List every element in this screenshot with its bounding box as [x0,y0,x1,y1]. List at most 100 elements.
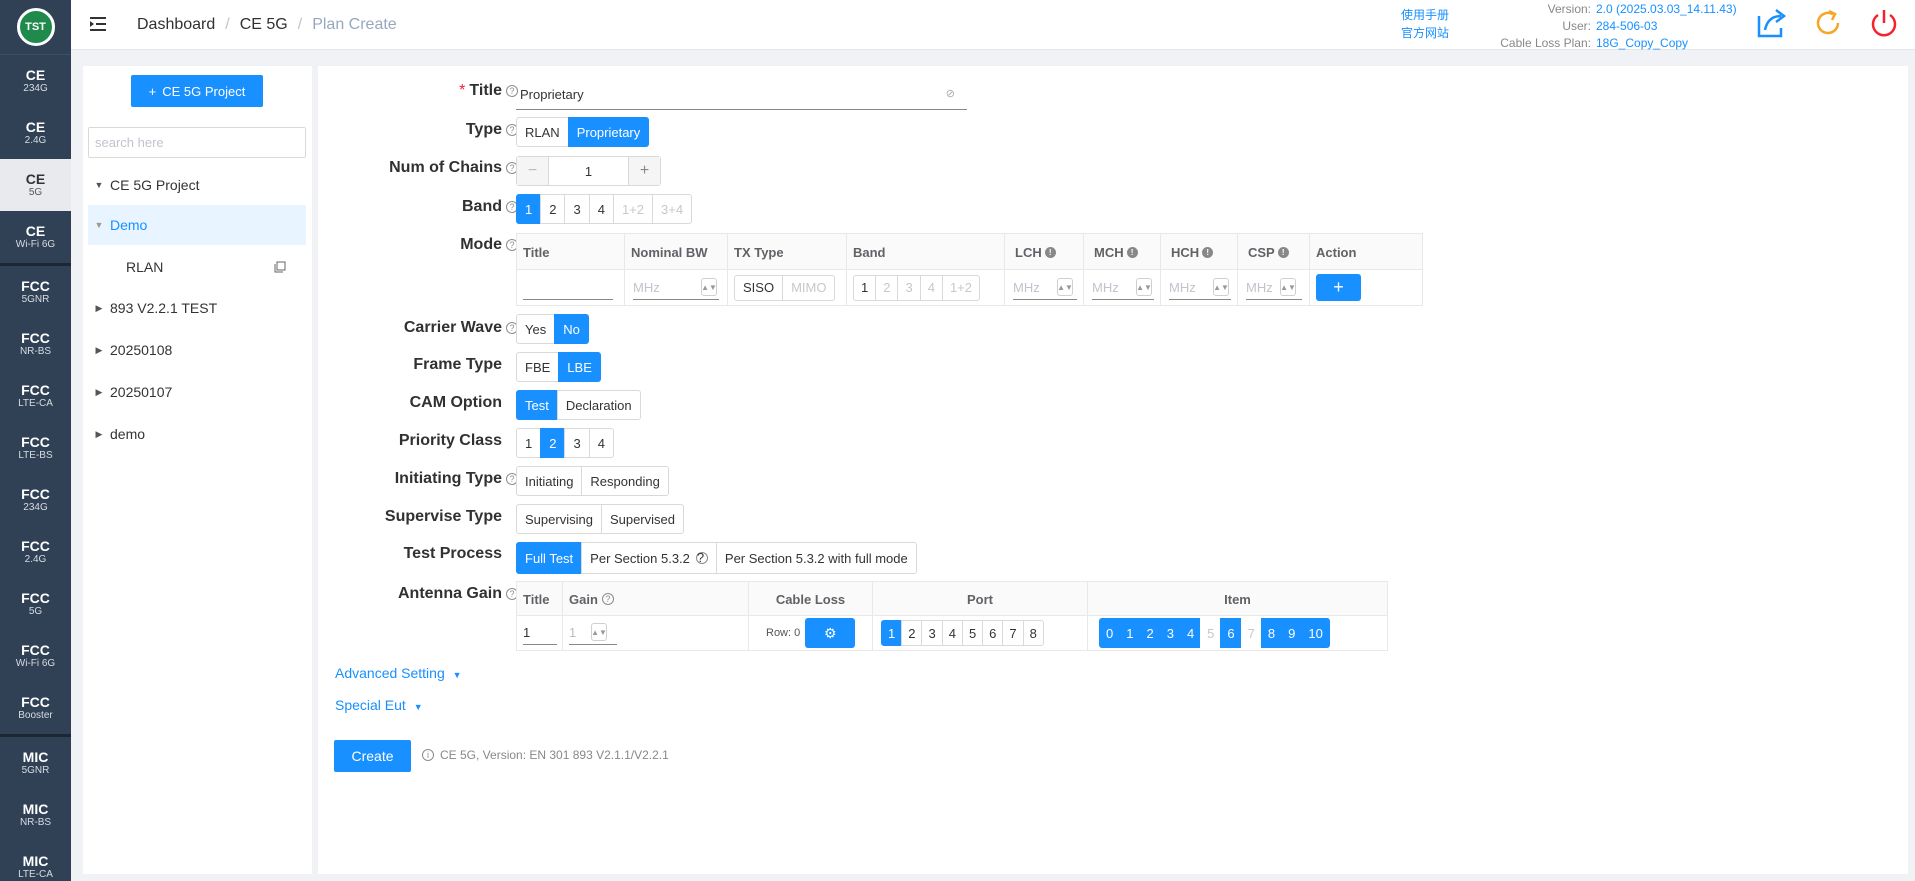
port-option[interactable]: 5 [961,620,984,646]
nav-item[interactable]: CE 234G [0,55,71,107]
breadcrumb-ce5g[interactable]: CE 5G [240,16,288,34]
mode-band-option[interactable]: 2 [875,274,899,301]
spinner-icon[interactable]: ▲▼ [591,623,607,641]
add-project-button[interactable]: + CE 5G Project [131,75,263,107]
port-option[interactable]: 7 [1002,620,1024,646]
band-option[interactable]: 1+2 [612,194,653,224]
nav-item[interactable]: MIC LTE-CA [0,841,71,881]
carrier-option[interactable]: Yes [516,314,556,344]
tx-option[interactable]: MIMO [782,274,836,301]
item-option[interactable]: 6 [1220,618,1242,648]
tree-item-demo[interactable]: ▼ Demo [88,205,306,245]
cam-option[interactable]: Declaration [556,390,641,420]
nav-item[interactable]: FCC 2.4G [0,526,71,578]
increment-button[interactable]: + [628,157,660,185]
search-input[interactable] [88,127,306,158]
priority-option[interactable]: 4 [588,428,614,458]
power-icon[interactable] [1867,6,1901,40]
nav-item[interactable]: CE 2.4G [0,107,71,159]
item-option[interactable]: 8 [1260,618,1283,648]
frame-option[interactable]: LBE [558,352,601,382]
process-option[interactable]: Per Section 5.3.2? [581,542,717,574]
spinner-icon[interactable]: ▲▼ [1213,278,1229,296]
decrement-button[interactable]: − [517,157,549,185]
nav-item[interactable]: MIC NR-BS [0,789,71,841]
advanced-setting-toggle[interactable]: Advanced Setting ▼ [335,665,462,681]
nav-item[interactable]: FCC 5G [0,578,71,630]
port-option[interactable]: 8 [1022,620,1044,646]
mode-band-option[interactable]: 1 [853,274,877,301]
gear-icon[interactable]: ⚙ [805,618,856,648]
band-option[interactable]: 2 [540,194,566,224]
refresh-icon[interactable] [1811,6,1845,40]
add-mode-button[interactable]: + [1316,274,1361,301]
tree-item-demo-lower[interactable]: ▶ demo [88,414,306,454]
item-option[interactable]: 5 [1200,618,1222,648]
tree-item-893[interactable]: ▶ 893 V2.2.1 TEST [88,288,306,328]
website-link[interactable]: 官方网站 [1401,24,1449,42]
tree-item-project[interactable]: ▼ CE 5G Project [88,165,306,205]
spinner-icon[interactable]: ▲▼ [1280,278,1296,296]
copy-icon[interactable] [274,261,286,273]
process-option[interactable]: Full Test [516,542,583,574]
initiating-option[interactable]: Initiating [516,466,583,496]
nav-item[interactable]: FCC 5GNR [0,266,71,318]
item-option[interactable]: 10 [1301,618,1330,648]
port-option[interactable]: 3 [921,620,943,646]
spinner-icon[interactable]: ▲▼ [701,278,717,296]
gain-title-input[interactable] [523,621,557,645]
band-option[interactable]: 4 [588,194,614,224]
title-field[interactable]: Proprietary ⊘ [516,79,967,110]
export-icon[interactable] [1755,6,1789,40]
item-option[interactable]: 9 [1281,618,1303,648]
tree-item-20250108[interactable]: ▶ 20250108 [88,330,306,370]
nav-item[interactable]: FCC LTE-BS [0,422,71,474]
mode-title-input[interactable] [523,275,613,300]
nav-item[interactable]: CE 5G [0,159,71,211]
port-option[interactable]: 6 [982,620,1004,646]
special-eut-toggle[interactable]: Special Eut ▼ [335,697,423,713]
item-option[interactable]: 0 [1099,618,1121,648]
nav-item[interactable]: FCC Booster [0,682,71,734]
nav-item[interactable]: MIC 5GNR [0,737,71,789]
frame-option[interactable]: FBE [516,352,560,382]
nav-item[interactable]: CE Wi-Fi 6G [0,211,71,263]
type-option[interactable]: Proprietary [567,117,650,147]
manual-link[interactable]: 使用手册 [1401,6,1449,24]
menu-toggle-icon[interactable] [88,14,108,34]
create-button[interactable]: Create [334,740,411,772]
band-option[interactable]: 3 [564,194,590,224]
nav-item[interactable]: FCC 234G [0,474,71,526]
breadcrumb-dashboard[interactable]: Dashboard [137,16,215,34]
nav-item[interactable]: FCC NR-BS [0,318,71,370]
item-option[interactable]: 3 [1159,618,1181,648]
spinner-icon[interactable]: ▲▼ [1136,278,1152,296]
tree-item-20250107[interactable]: ▶ 20250107 [88,372,306,412]
nav-item[interactable]: FCC Wi-Fi 6G [0,630,71,682]
mode-band-option[interactable]: 1+2 [941,274,980,301]
priority-option[interactable]: 3 [564,428,590,458]
supervise-option[interactable]: Supervised [600,504,684,534]
port-option[interactable]: 2 [901,620,923,646]
plan-value[interactable]: 18G_Copy_Copy [1596,35,1756,52]
process-option[interactable]: Per Section 5.3.2 with full mode [715,542,917,574]
port-option[interactable]: 4 [941,620,963,646]
supervise-option[interactable]: Supervising [516,504,602,534]
cam-option[interactable]: Test [516,390,558,420]
type-option[interactable]: RLAN [516,117,569,147]
spinner-icon[interactable]: ▲▼ [1057,278,1073,296]
band-option[interactable]: 1 [516,194,542,224]
chains-stepper[interactable]: − 1 + [516,156,661,186]
carrier-option[interactable]: No [554,314,589,344]
item-option[interactable]: 2 [1139,618,1161,648]
tree-item-rlan[interactable]: RLAN [88,247,306,287]
port-option[interactable]: 1 [881,620,903,646]
mode-band-option[interactable]: 3 [897,274,921,301]
nav-item[interactable]: FCC LTE-CA [0,370,71,422]
item-option[interactable]: 7 [1240,618,1262,648]
item-option[interactable]: 1 [1119,618,1141,648]
priority-option[interactable]: 2 [540,428,566,458]
mode-band-option[interactable]: 4 [919,274,943,301]
tx-option[interactable]: SISO [734,274,784,301]
priority-option[interactable]: 1 [516,428,542,458]
